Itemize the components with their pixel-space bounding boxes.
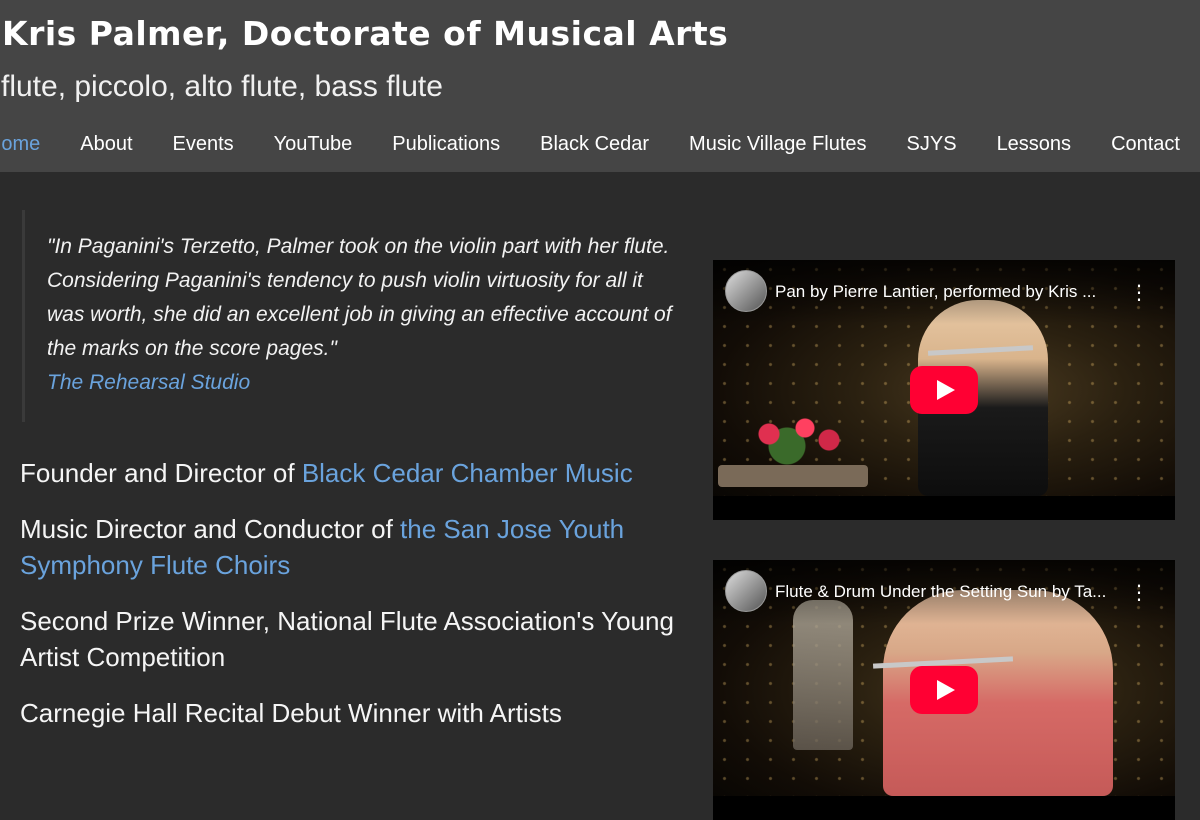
nav-events[interactable]: Events <box>153 133 254 156</box>
youtube-embed-flute-drum[interactable]: Flute & Drum Under the Setting Sun by Ta… <box>713 560 1175 820</box>
nav-about[interactable]: About <box>60 133 152 156</box>
nav-youtube[interactable]: YouTube <box>254 133 373 156</box>
main-nav: Home About Events YouTube Publications B… <box>0 122 1200 166</box>
credential-text: Second Prize Winner, National Flute Asso… <box>20 606 674 672</box>
youtube-play-icon[interactable] <box>910 366 978 414</box>
nav-black-cedar[interactable]: Black Cedar <box>520 133 669 156</box>
channel-avatar[interactable] <box>725 270 767 312</box>
credential-item: Founder and Director of Black Cedar Cham… <box>20 455 680 491</box>
black-cedar-link[interactable]: Black Cedar Chamber Music <box>302 458 633 488</box>
site-title[interactable]: Kris Palmer, Doctorate of Musical Arts <box>2 14 728 53</box>
nav-contact[interactable]: Contact <box>1091 133 1200 156</box>
youtube-embed-pan[interactable]: Pan by Pierre Lantier, performed by Kris… <box>713 260 1175 520</box>
kebab-menu-icon[interactable]: ⋮ <box>1129 280 1149 304</box>
site-header: Kris Palmer, Doctorate of Musical Arts f… <box>0 0 1200 172</box>
kebab-menu-icon[interactable]: ⋮ <box>1129 580 1149 604</box>
quote-text: "In Paganini's Terzetto, Palmer took on … <box>47 235 672 360</box>
credential-item: Second Prize Winner, National Flute Asso… <box>20 603 680 675</box>
video-thumbnail-flowers <box>733 410 853 470</box>
credential-text: Music Director and Conductor of <box>20 514 401 544</box>
nav-lessons[interactable]: Lessons <box>977 133 1092 156</box>
youtube-play-icon[interactable] <box>910 666 978 714</box>
credential-item: Music Director and Conductor of the San … <box>20 511 680 583</box>
video-title[interactable]: Pan by Pierre Lantier, performed by Kris… <box>775 282 1120 302</box>
site-subtitle: flute, piccolo, alto flute, bass flute <box>1 70 443 103</box>
credentials-list: Founder and Director of Black Cedar Cham… <box>20 455 680 751</box>
nav-home[interactable]: Home <box>0 133 60 156</box>
channel-avatar[interactable] <box>725 570 767 612</box>
nav-music-village-flutes[interactable]: Music Village Flutes <box>669 133 886 156</box>
nav-publications[interactable]: Publications <box>372 133 520 156</box>
quote-source-link[interactable]: The Rehearsal Studio <box>47 366 672 400</box>
press-quote: "In Paganini's Terzetto, Palmer took on … <box>22 210 672 422</box>
video-title[interactable]: Flute & Drum Under the Setting Sun by Ta… <box>775 582 1120 602</box>
nav-sjys[interactable]: SJYS <box>887 133 977 156</box>
credential-text: Founder and Director of <box>20 458 302 488</box>
credential-text: Carnegie Hall Recital Debut Winner with … <box>20 698 562 728</box>
video-thumbnail-pot <box>718 465 868 487</box>
credential-item: Carnegie Hall Recital Debut Winner with … <box>20 695 680 731</box>
